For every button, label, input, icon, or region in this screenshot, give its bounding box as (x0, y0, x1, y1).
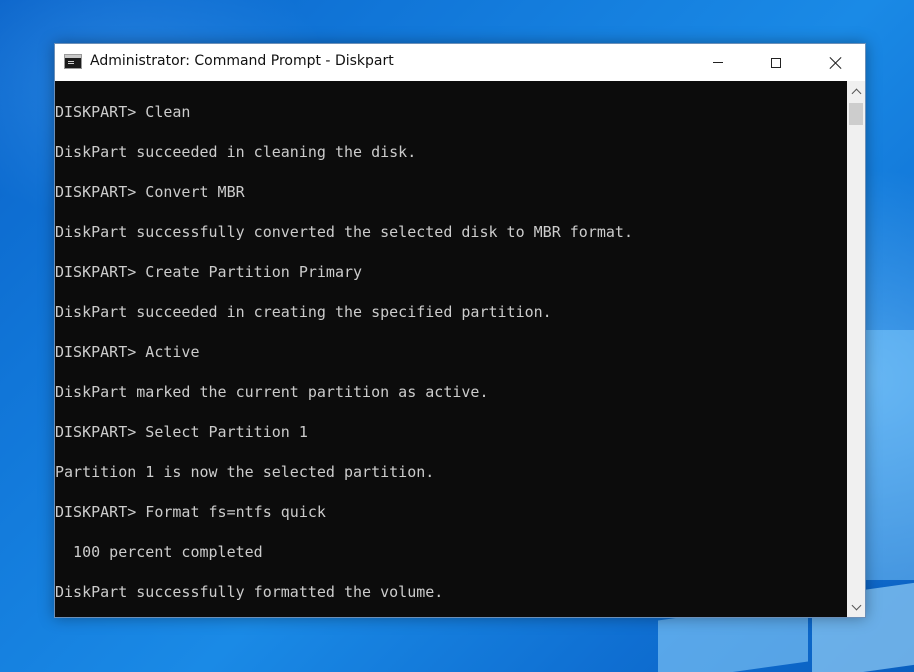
chevron-down-icon (851, 600, 861, 610)
console-line: DISKPART> Create Partition Primary (55, 263, 363, 281)
console-line: DiskPart successfully converted the sele… (55, 223, 633, 241)
command-prompt-window[interactable]: Administrator: Command Prompt - Diskpart… (54, 43, 866, 618)
console-line: DiskPart succeeded in creating the speci… (55, 303, 552, 321)
console-line: DISKPART> Select Partition 1 (55, 423, 308, 441)
console-line: DiskPart succeeded in cleaning the disk. (55, 143, 417, 161)
scroll-up-button[interactable] (847, 82, 865, 100)
console-output[interactable]: DISKPART> Clean DiskPart succeeded in cl… (55, 81, 847, 617)
minimize-button[interactable] (689, 44, 747, 81)
chevron-up-icon (851, 88, 861, 98)
close-button[interactable] (807, 44, 865, 81)
maximize-icon (771, 57, 781, 68)
console-line: DiskPart marked the current partition as… (55, 383, 489, 401)
console-line: DiskPart successfully formatted the volu… (55, 583, 444, 601)
console-line: Partition 1 is now the selected partitio… (55, 463, 435, 481)
wallpaper-light-beam (866, 330, 914, 580)
scrollbar-thumb[interactable] (849, 103, 863, 125)
title-bar[interactable]: Administrator: Command Prompt - Diskpart (55, 44, 865, 81)
console-line: DISKPART> Clean (55, 103, 191, 121)
console-line: DISKPART> Active (55, 343, 200, 361)
close-icon (830, 57, 842, 69)
console-line: 100 percent completed (55, 543, 263, 561)
vertical-scrollbar[interactable] (847, 81, 865, 617)
console-line: DISKPART> Format fs=ntfs quick (55, 503, 326, 521)
maximize-button[interactable] (747, 44, 805, 81)
window-title: Administrator: Command Prompt - Diskpart (90, 53, 394, 69)
minimize-icon (713, 62, 723, 63)
scroll-down-button[interactable] (847, 598, 865, 616)
console-line: DISKPART> Convert MBR (55, 183, 245, 201)
command-prompt-icon[interactable] (64, 54, 82, 69)
